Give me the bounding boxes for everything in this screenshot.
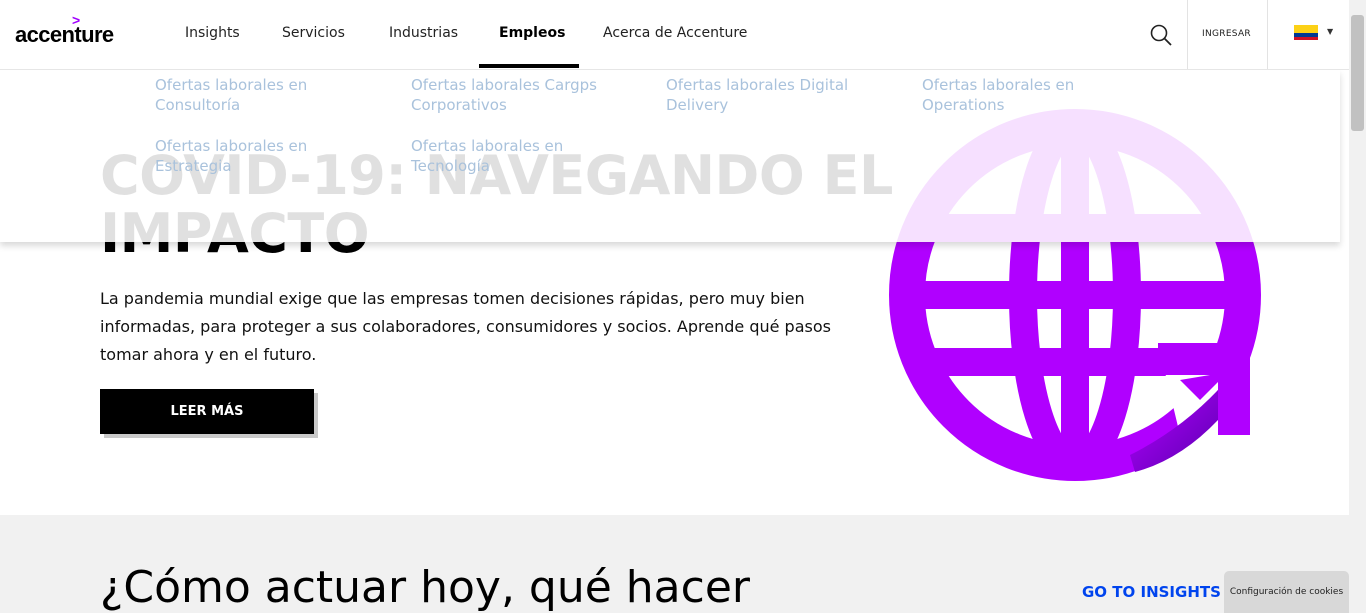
leer-mas-button[interactable]: LEER MÁS <box>100 389 314 434</box>
submenu-estrategia[interactable]: Ofertas laborales en Estrategia <box>155 136 355 176</box>
nav-empleos[interactable]: Empleos <box>499 25 565 41</box>
submenu-corporativos[interactable]: Ofertas laborales Cargps Corporativos <box>411 75 611 115</box>
empleos-submenu: Ofertas laborales en Consultoría Ofertas… <box>0 70 1340 242</box>
submenu-operations[interactable]: Ofertas laborales en Operations <box>922 75 1122 115</box>
colombia-flag-icon[interactable] <box>1294 25 1318 40</box>
section-heading: ¿Cómo actuar hoy, qué hacer <box>100 562 750 613</box>
logo-accent-mark: > <box>72 12 81 28</box>
site-header: accenture > Insights Servicios Industria… <box>0 0 1349 70</box>
nav-acerca[interactable]: Acerca de Accenture <box>603 25 747 41</box>
hero-description: La pandemia mundial exige que las empres… <box>100 289 831 364</box>
cookie-settings-button[interactable]: Configuración de cookies <box>1224 571 1349 613</box>
header-divider <box>1187 0 1188 69</box>
scrollbar-thumb[interactable] <box>1351 15 1364 131</box>
nav-insights[interactable]: Insights <box>185 25 240 41</box>
leer-mas-button-wrap: LEER MÁS <box>100 389 318 438</box>
accenture-logo[interactable]: accenture <box>15 22 114 48</box>
submenu-consultoria[interactable]: Ofertas laborales en Consultoría <box>155 75 355 115</box>
header-divider <box>1267 0 1268 69</box>
login-link[interactable]: INGRESAR <box>1202 29 1251 39</box>
submenu-tecnologia[interactable]: Ofertas laborales en Tecnología <box>411 136 611 176</box>
nav-industrias[interactable]: Industrias <box>389 25 458 41</box>
go-to-insights-link[interactable]: GO TO INSIGHTS <box>1082 583 1221 601</box>
search-icon[interactable] <box>1149 23 1173 47</box>
nav-servicios[interactable]: Servicios <box>282 25 345 41</box>
submenu-digital-delivery[interactable]: Ofertas laborales Digital Delivery <box>666 75 866 115</box>
caret-down-icon[interactable]: ▼ <box>1327 27 1333 36</box>
active-nav-underline <box>479 64 579 68</box>
